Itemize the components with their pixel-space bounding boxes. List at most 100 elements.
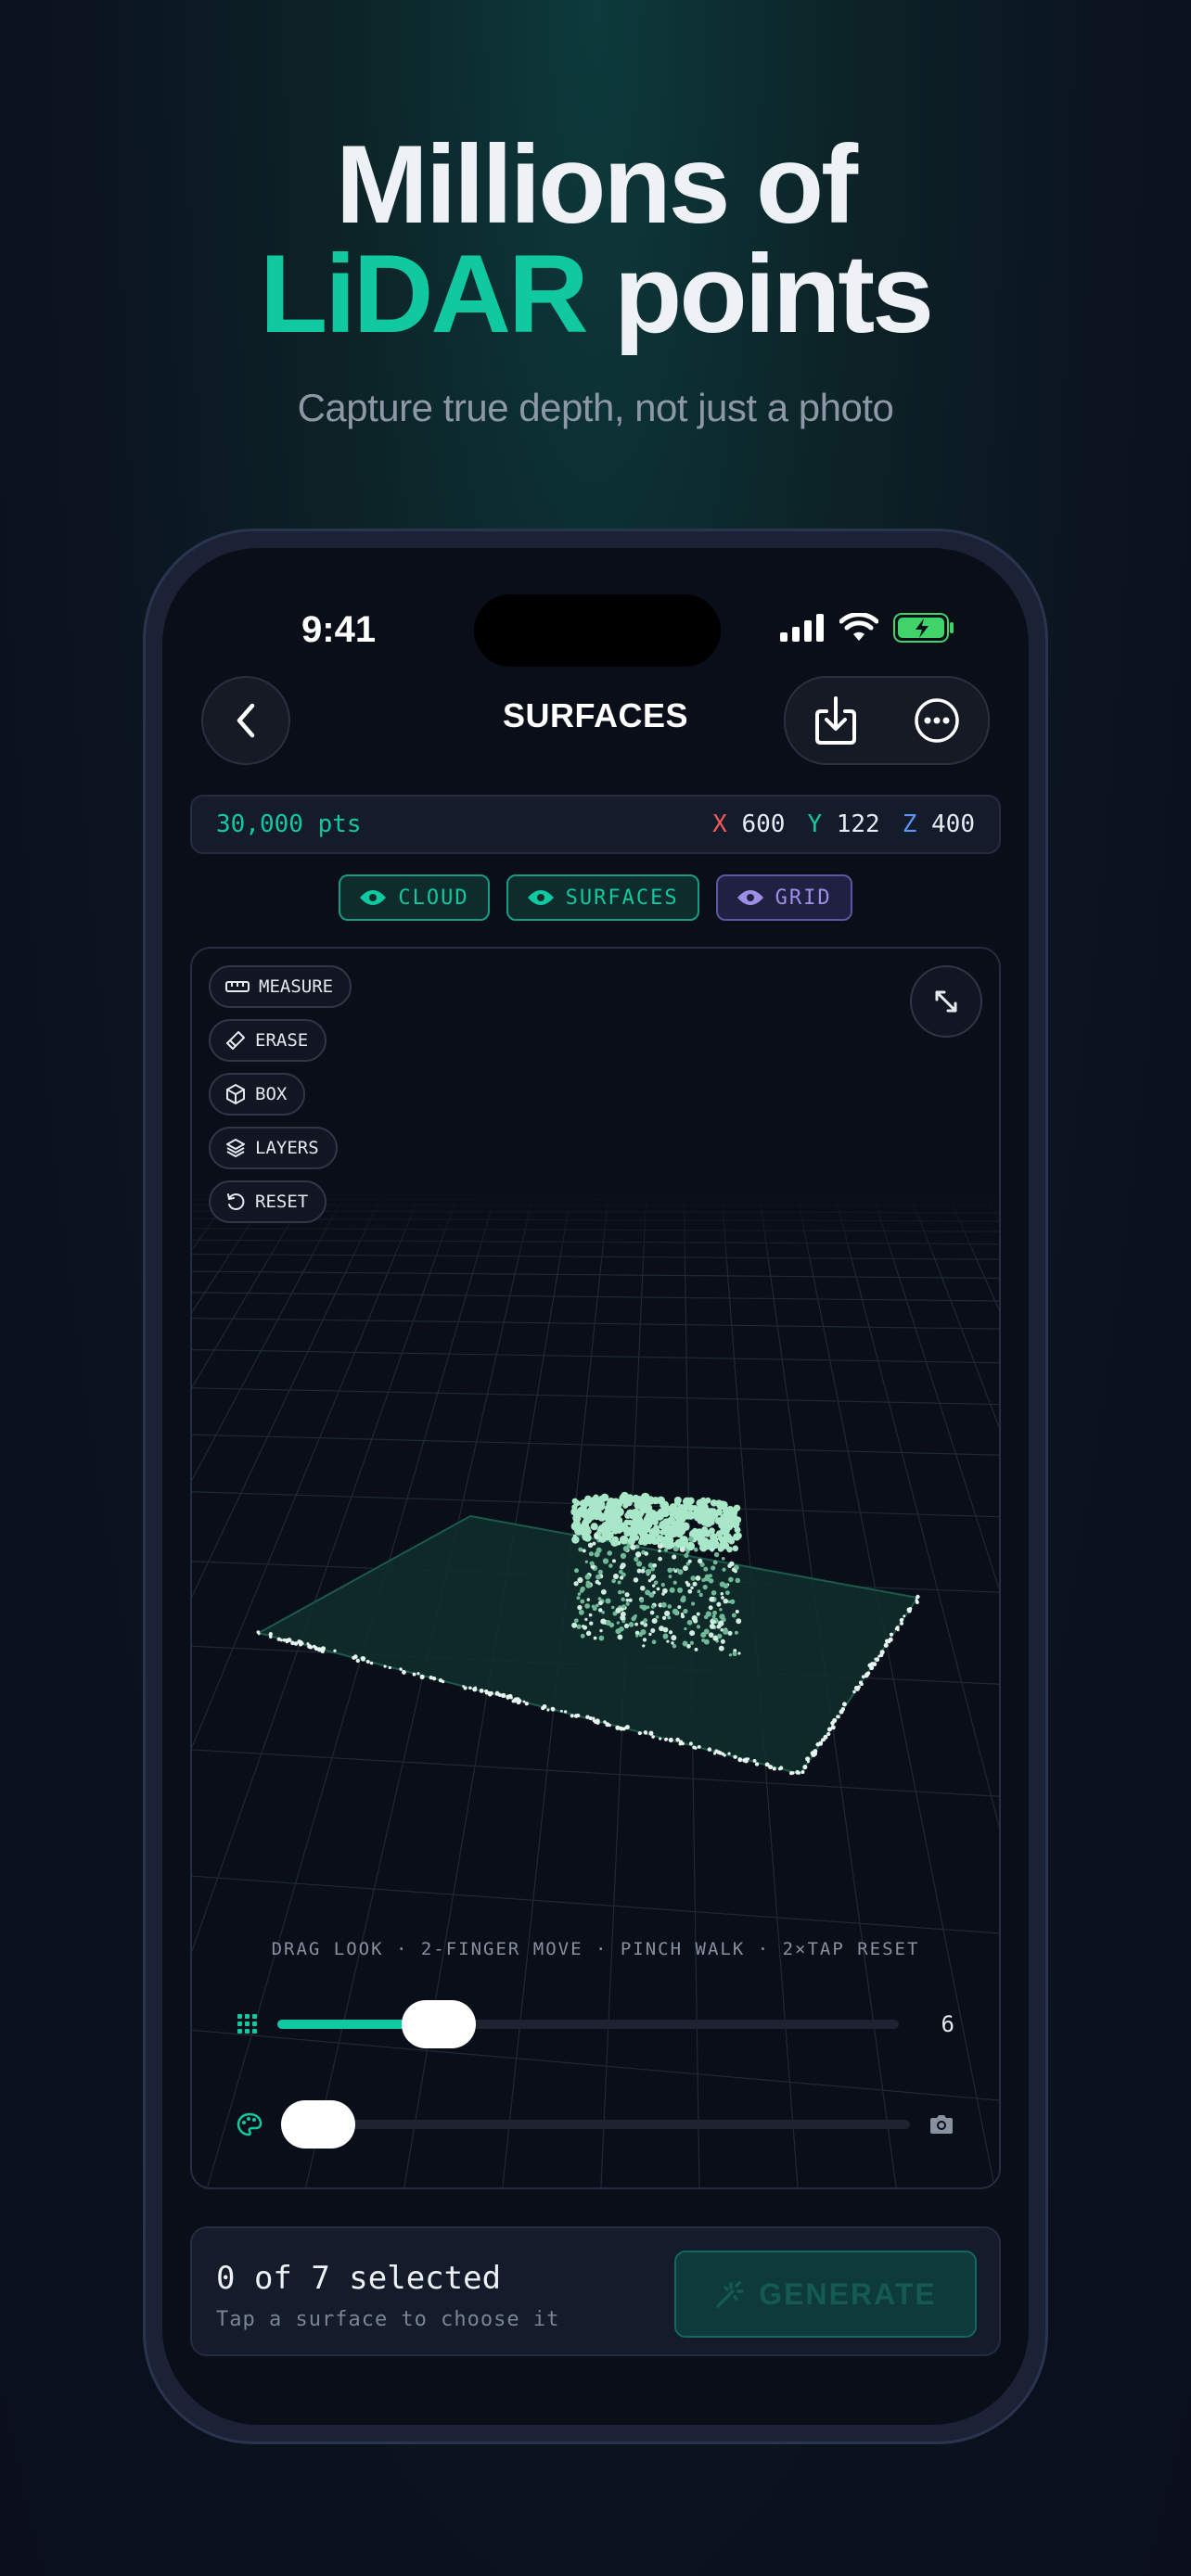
point xyxy=(648,1633,651,1636)
tool-layers-label: LAYERS xyxy=(255,1138,319,1158)
point xyxy=(571,1536,579,1543)
point xyxy=(573,1581,578,1586)
point-cloud-viewport[interactable]: MEASURE ERASE BOX LAYERS RESET DRAG LOOK… xyxy=(190,947,1001,2189)
point xyxy=(663,1627,669,1633)
layers-icon xyxy=(225,1138,246,1158)
point xyxy=(361,1656,365,1661)
point xyxy=(866,1671,870,1675)
hero-subtitle: Capture true depth, not just a photo xyxy=(0,386,1191,430)
point xyxy=(719,1608,723,1612)
point xyxy=(659,1738,661,1741)
point xyxy=(661,1583,665,1587)
tool-reset-label: RESET xyxy=(255,1192,308,1212)
x-value: 600 xyxy=(741,810,785,838)
point xyxy=(675,1612,679,1615)
point xyxy=(605,1511,611,1518)
point xyxy=(708,1747,711,1751)
point xyxy=(297,1639,301,1643)
point xyxy=(890,1633,893,1637)
point xyxy=(581,1634,585,1639)
point-size-track[interactable] xyxy=(277,2020,899,2029)
tool-box[interactable]: BOX xyxy=(209,1073,305,1116)
point xyxy=(656,1615,660,1619)
point-size-thumb[interactable] xyxy=(402,2000,476,2048)
point xyxy=(674,1570,678,1574)
point-count: 30,000 pts xyxy=(216,810,362,838)
point xyxy=(618,1498,624,1505)
point xyxy=(356,1659,360,1663)
generate-button[interactable]: GENERATE xyxy=(674,2251,977,2338)
point xyxy=(622,1728,626,1731)
point xyxy=(710,1624,715,1629)
point xyxy=(615,1608,621,1613)
tool-measure[interactable]: MEASURE xyxy=(209,965,352,1008)
point-size-slider[interactable]: 6 xyxy=(237,1996,954,2052)
point xyxy=(724,1754,726,1757)
point xyxy=(598,1496,606,1503)
chip-grid[interactable]: GRID xyxy=(716,874,852,921)
point xyxy=(464,1687,467,1690)
eye-icon xyxy=(527,888,555,907)
point xyxy=(639,1633,643,1637)
detected-surface[interactable] xyxy=(259,1516,917,1774)
point xyxy=(719,1646,724,1651)
point xyxy=(683,1609,687,1613)
point xyxy=(690,1575,696,1581)
point xyxy=(701,1526,708,1533)
point xyxy=(506,1695,511,1700)
point xyxy=(721,1639,725,1644)
point xyxy=(909,1607,913,1611)
point xyxy=(625,1602,629,1606)
eye-icon xyxy=(359,888,387,907)
y-value: 122 xyxy=(837,810,880,838)
point xyxy=(661,1602,667,1608)
camera-icon[interactable] xyxy=(928,2114,954,2135)
chip-surfaces[interactable]: SURFACES xyxy=(506,874,699,921)
download-icon[interactable] xyxy=(813,696,858,745)
color-slider[interactable] xyxy=(237,2097,954,2152)
point xyxy=(714,1552,719,1557)
point xyxy=(705,1575,711,1580)
point xyxy=(643,1618,647,1623)
point xyxy=(577,1625,582,1629)
point xyxy=(683,1565,688,1571)
point xyxy=(317,1647,320,1650)
point xyxy=(578,1592,582,1596)
point xyxy=(855,1687,860,1691)
point xyxy=(667,1604,672,1609)
point xyxy=(416,1672,419,1675)
point xyxy=(697,1613,700,1616)
expand-button[interactable] xyxy=(910,965,982,1038)
point xyxy=(594,1514,600,1521)
tool-erase[interactable]: ERASE xyxy=(209,1019,327,1062)
tool-reset[interactable]: RESET xyxy=(209,1180,327,1223)
point xyxy=(389,1666,391,1669)
point xyxy=(596,1503,602,1510)
chip-cloud[interactable]: CLOUD xyxy=(339,874,489,921)
point xyxy=(657,1588,660,1591)
point xyxy=(841,1707,846,1712)
tool-layers[interactable]: LAYERS xyxy=(209,1127,338,1169)
point xyxy=(611,1606,614,1609)
point xyxy=(689,1511,695,1517)
point xyxy=(701,1639,705,1642)
point xyxy=(618,1590,622,1595)
point xyxy=(642,1605,647,1611)
z-readout: Z 400 xyxy=(903,810,975,838)
point xyxy=(672,1554,676,1559)
hero-title: Millions of LiDAR points xyxy=(0,130,1191,349)
point xyxy=(836,1715,839,1718)
more-icon[interactable] xyxy=(914,697,960,744)
point xyxy=(611,1514,617,1520)
eraser-icon xyxy=(225,1030,246,1051)
wifi-icon xyxy=(839,613,878,643)
point xyxy=(640,1621,644,1625)
point xyxy=(630,1534,637,1541)
point xyxy=(733,1755,736,1759)
color-thumb[interactable] xyxy=(281,2100,355,2149)
point xyxy=(699,1593,703,1597)
hero: Millions of LiDAR points Capture true de… xyxy=(0,130,1191,430)
color-track[interactable] xyxy=(281,2120,910,2129)
point xyxy=(916,1595,919,1599)
point xyxy=(689,1741,693,1745)
